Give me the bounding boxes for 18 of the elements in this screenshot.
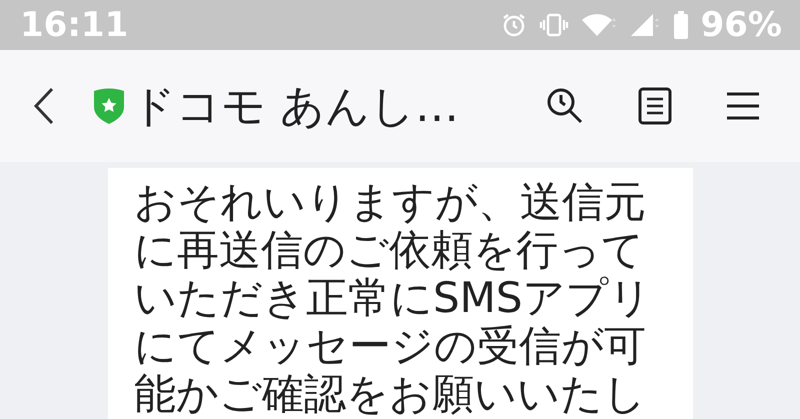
shield-star-icon <box>93 87 125 125</box>
wifi-icon <box>580 12 617 38</box>
notes-icon[interactable] <box>638 87 672 125</box>
chat-title: ドコモ あんし… <box>131 80 460 134</box>
menu-icon[interactable] <box>726 91 760 121</box>
message-line: おそれいりますが、送信元 <box>134 178 646 226</box>
signal-icon <box>628 12 661 38</box>
vibrate-icon <box>538 13 569 37</box>
message-line: にてメッセージの受信が可 <box>134 322 646 370</box>
back-icon[interactable] <box>33 87 55 125</box>
search-icon[interactable] <box>546 87 584 125</box>
battery-icon <box>672 11 689 39</box>
battery-percentage: 96% <box>700 5 782 45</box>
message-line: に再送信のご依頼を行って <box>134 226 644 274</box>
status-time: 16:11 <box>20 5 128 45</box>
alarm-clock-icon <box>500 12 527 38</box>
message-line: いただき正常にSMSアプリ <box>134 274 652 322</box>
message-line: 能かご確認をお願いいたし <box>134 370 646 418</box>
